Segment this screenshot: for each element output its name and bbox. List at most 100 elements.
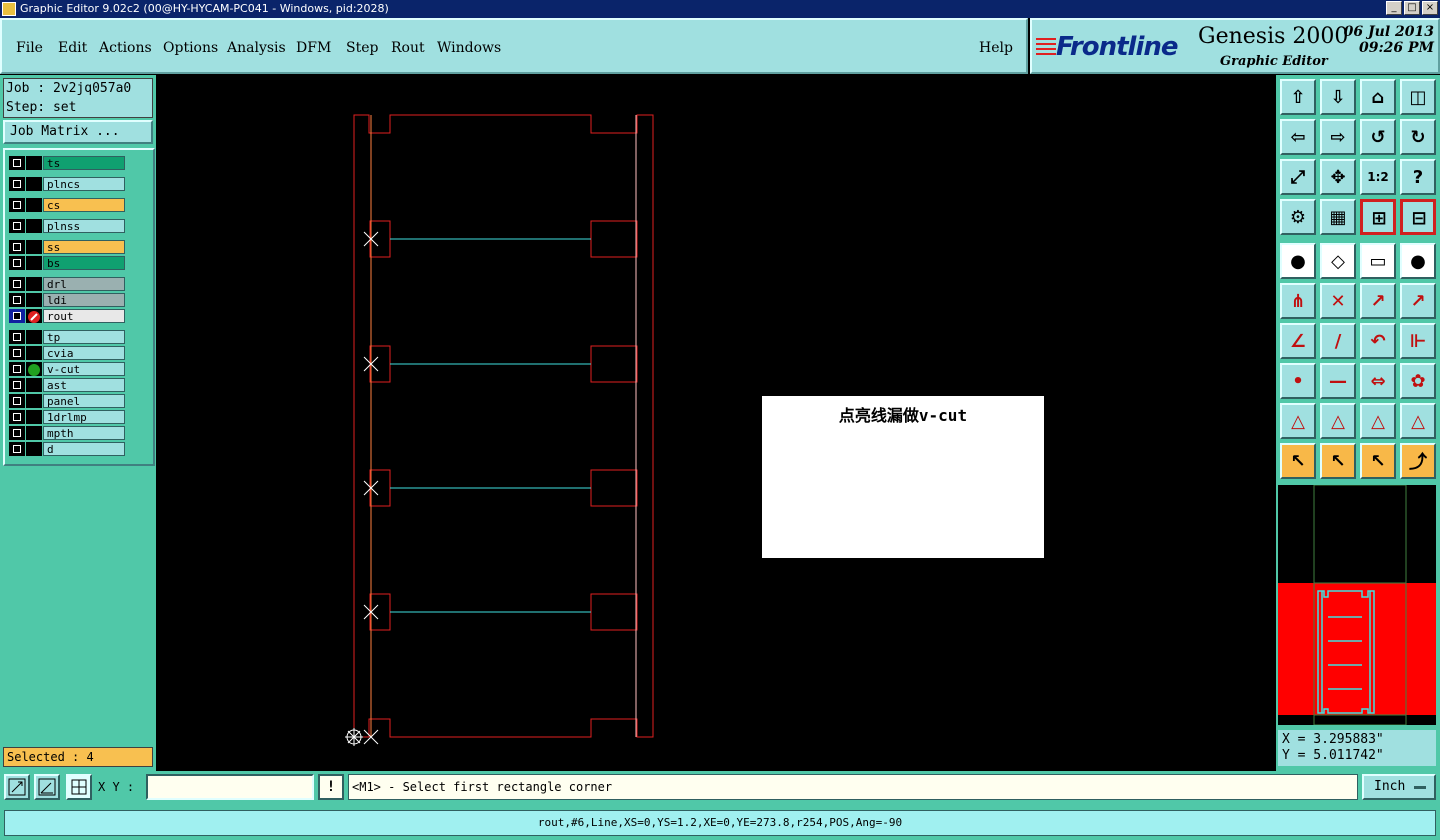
pointer-icon[interactable]: ↖	[1280, 443, 1316, 479]
triangle-b-icon[interactable]: △	[1320, 403, 1356, 439]
layer-checkbox[interactable]	[9, 198, 25, 212]
layer-checkbox[interactable]	[9, 156, 25, 170]
add-pad-icon[interactable]: ●	[1280, 243, 1316, 279]
route-path-icon[interactable]: ⤴	[1400, 443, 1436, 479]
split-view-icon[interactable]: ◫	[1400, 79, 1436, 115]
graphic-canvas[interactable]: 点亮线漏做v-cut	[157, 75, 1275, 771]
units-select[interactable]: Inch	[1362, 774, 1436, 800]
home-icon[interactable]: ⌂	[1360, 79, 1396, 115]
ruler-icon[interactable]: ▭	[1360, 243, 1396, 279]
snap-mode-b-icon[interactable]: ⊟	[1400, 199, 1436, 235]
layer-checkbox[interactable]	[9, 256, 25, 270]
maximize-button[interactable]: □	[1404, 1, 1420, 15]
layer-name[interactable]: 1drlmp	[43, 410, 125, 424]
layer-state-slot[interactable]	[26, 240, 42, 254]
cross-pad-icon[interactable]: ✕	[1320, 283, 1356, 319]
redo-zoom-icon[interactable]: ↻	[1400, 119, 1436, 155]
menu-file[interactable]: File	[16, 40, 43, 56]
help-question-icon[interactable]: ?	[1400, 159, 1436, 195]
scale-1-2-icon[interactable]: 1:2	[1360, 159, 1396, 195]
triangle-c-icon[interactable]: △	[1360, 403, 1396, 439]
layer-state-slot[interactable]	[26, 346, 42, 360]
layer-state-slot[interactable]	[26, 256, 42, 270]
layer-checkbox[interactable]	[9, 277, 25, 291]
triangle-a-icon[interactable]: △	[1280, 403, 1316, 439]
layer-name[interactable]: mpth	[43, 426, 125, 440]
menu-analysis[interactable]: Analysis	[227, 40, 286, 56]
layer-state-slot[interactable]	[26, 156, 42, 170]
shapes-icon[interactable]: ✿	[1400, 363, 1436, 399]
draw-line-icon[interactable]: /	[1320, 323, 1356, 359]
menu-dfm[interactable]: DFM	[296, 40, 331, 56]
layer-checkbox[interactable]	[9, 346, 25, 360]
layer-checkbox[interactable]	[9, 240, 25, 254]
message-icon[interactable]: !	[318, 774, 344, 800]
pointer-circle-icon[interactable]: ↖	[1360, 443, 1396, 479]
layer-name[interactable]: cvia	[43, 346, 125, 360]
xy-input[interactable]	[146, 774, 314, 800]
select-pad-icon[interactable]: ●	[1400, 243, 1436, 279]
panel-up-icon[interactable]: ⇧	[1280, 79, 1316, 115]
layer-name[interactable]: plnss	[43, 219, 125, 233]
menu-rout[interactable]: Rout	[391, 40, 425, 56]
layer-state-slot[interactable]	[26, 394, 42, 408]
settings-tools-icon[interactable]: ⚙	[1280, 199, 1316, 235]
layer-state-slot[interactable]	[26, 198, 42, 212]
layer-name[interactable]: cs	[43, 198, 125, 212]
layer-name[interactable]: v-cut	[43, 362, 125, 376]
angle-line-icon[interactable]: ∠	[1280, 323, 1316, 359]
layer-checkbox[interactable]	[9, 442, 25, 456]
panel-left-icon[interactable]: ⇦	[1280, 119, 1316, 155]
layer-checkbox[interactable]	[9, 394, 25, 408]
fit-all-icon[interactable]: ⤢	[1280, 159, 1316, 195]
zoom-box-icon[interactable]	[4, 774, 30, 800]
layer-name[interactable]: rout	[43, 309, 125, 323]
layer-checkbox[interactable]	[9, 362, 25, 376]
add-shape-icon[interactable]: ◇	[1320, 243, 1356, 279]
minimize-button[interactable]: _	[1386, 1, 1402, 15]
layer-checkbox[interactable]	[9, 177, 25, 191]
layer-state-slot[interactable]	[26, 410, 42, 424]
line-split-icon[interactable]: —	[1320, 363, 1356, 399]
menu-actions[interactable]: Actions	[99, 40, 152, 56]
layer-state-slot[interactable]	[26, 277, 42, 291]
move-pad-alt-icon[interactable]: ↗	[1400, 283, 1436, 319]
fit-center-icon[interactable]: ✥	[1320, 159, 1356, 195]
layer-name[interactable]: plncs	[43, 177, 125, 191]
layer-state-slot[interactable]	[26, 219, 42, 233]
layer-checkbox[interactable]	[9, 410, 25, 424]
measure-angle-icon[interactable]	[34, 774, 60, 800]
layer-state-slot[interactable]	[26, 442, 42, 456]
grid-toggle-icon[interactable]	[66, 774, 92, 800]
overview-preview[interactable]	[1278, 484, 1436, 726]
work-layer-icon[interactable]	[26, 309, 42, 323]
layer-name[interactable]: ldi	[43, 293, 125, 307]
layer-state-slot[interactable]	[26, 293, 42, 307]
layer-checkbox[interactable]	[9, 378, 25, 392]
menu-edit[interactable]: Edit	[58, 40, 87, 56]
triangle-d-icon[interactable]: △	[1400, 403, 1436, 439]
board-drawing[interactable]	[157, 75, 1275, 771]
layer-state-slot[interactable]	[26, 378, 42, 392]
layer-name[interactable]: ts	[43, 156, 125, 170]
layer-name[interactable]: bs	[43, 256, 125, 270]
mirror-text-icon[interactable]: ⊩	[1400, 323, 1436, 359]
menu-step[interactable]: Step	[346, 40, 378, 56]
layer-name[interactable]: ss	[43, 240, 125, 254]
layer-name[interactable]: drl	[43, 277, 125, 291]
connect-nodes-icon[interactable]: ⋔	[1280, 283, 1316, 319]
layer-state-slot[interactable]	[26, 177, 42, 191]
measure-icon[interactable]: ⇔	[1360, 363, 1396, 399]
menu-options[interactable]: Options	[163, 40, 218, 56]
layer-state-slot[interactable]	[26, 426, 42, 440]
job-matrix-button[interactable]: Job Matrix ...	[3, 120, 153, 144]
layer-name[interactable]: ast	[43, 378, 125, 392]
layer-checkbox[interactable]	[9, 426, 25, 440]
layer-name[interactable]: panel	[43, 394, 125, 408]
panel-down-icon[interactable]: ⇩	[1320, 79, 1356, 115]
layer-name[interactable]: tp	[43, 330, 125, 344]
layer-checkbox[interactable]	[9, 219, 25, 233]
snap-mode-a-icon[interactable]: ⊞	[1360, 199, 1396, 235]
panel-right-icon[interactable]: ⇨	[1320, 119, 1356, 155]
pad-to-line-icon[interactable]: •	[1280, 363, 1316, 399]
